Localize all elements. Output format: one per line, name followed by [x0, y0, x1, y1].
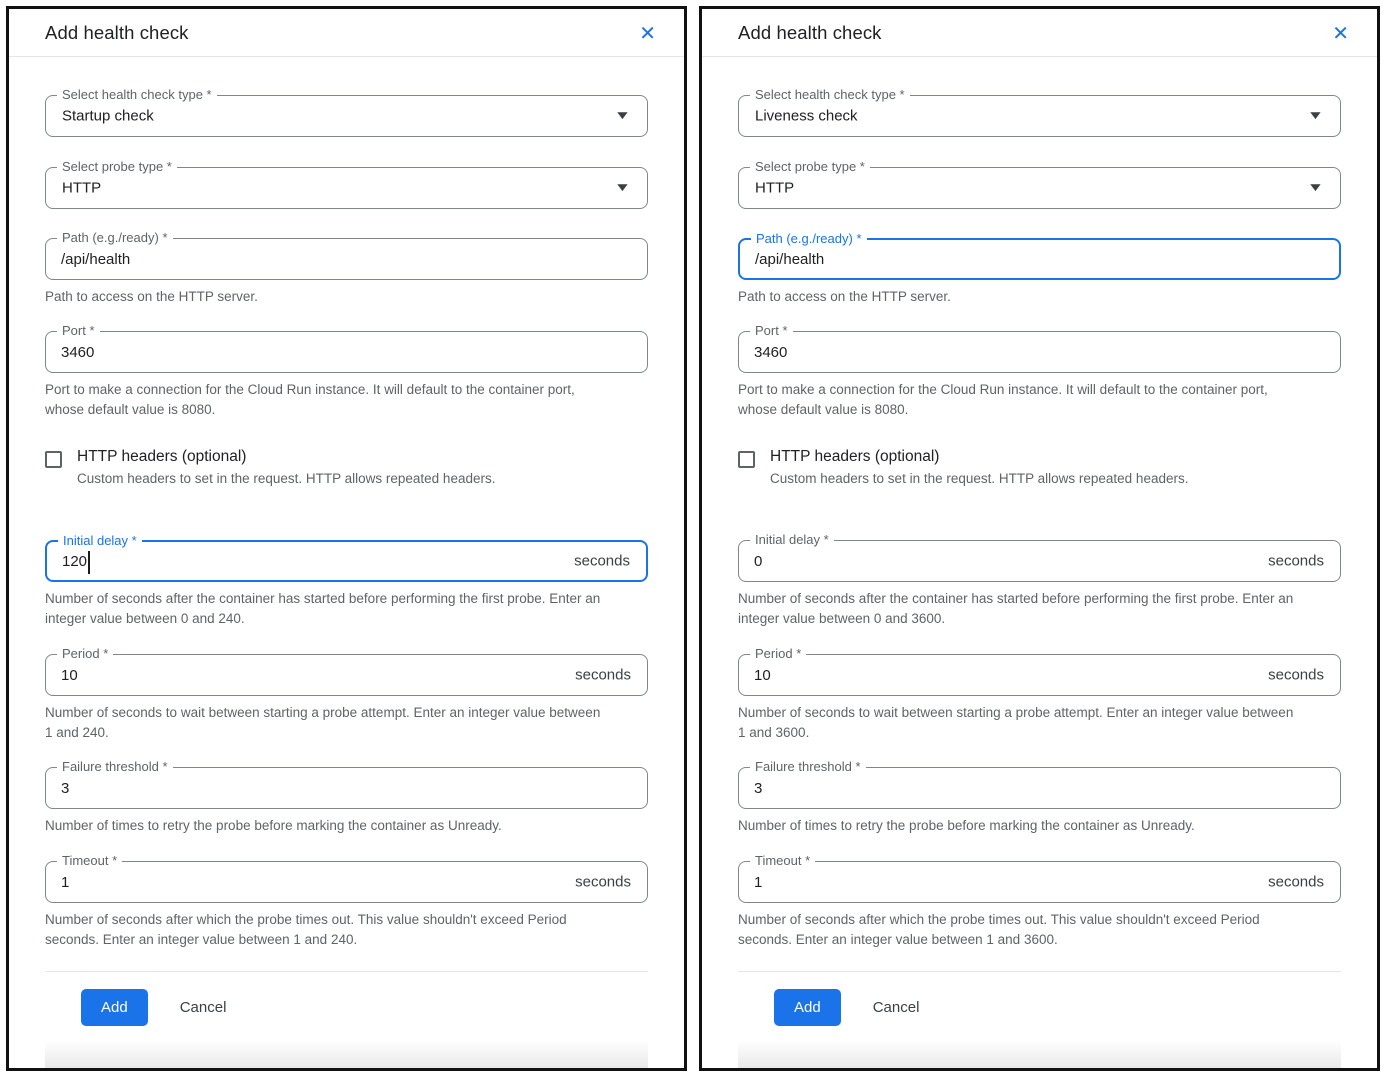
health-check-type-label: Select health check type * — [57, 87, 217, 102]
health-check-type-label: Select health check type * — [750, 87, 910, 102]
port-helper-text: Port to make a connection for the Cloud … — [45, 380, 610, 420]
path-input[interactable] — [740, 240, 1339, 278]
failure-threshold-input[interactable] — [46, 768, 647, 808]
health-check-type-select[interactable]: Select health check type * Startup check… — [45, 95, 648, 137]
failure-threshold-input[interactable] — [739, 768, 1340, 808]
port-helper-text: Port to make a connection for the Cloud … — [738, 380, 1303, 420]
add-health-check-dialog-liveness: Add health check ✕ Select health check t… — [699, 6, 1380, 1071]
port-field: Port * — [45, 331, 648, 373]
timeout-helper-text: Number of seconds after which the probe … — [45, 910, 610, 950]
footer-shadow — [45, 1040, 648, 1068]
period-input[interactable] — [46, 655, 647, 695]
health-check-type-value: Liveness check — [755, 108, 858, 125]
screenshot-stage: Add health check ✕ Select health check t… — [0, 0, 1386, 1077]
probe-type-value: HTTP — [755, 180, 794, 197]
path-field: Path (e.g./ready) * — [738, 238, 1341, 280]
period-input[interactable] — [739, 655, 1340, 695]
seconds-suffix: seconds — [574, 553, 630, 570]
port-input[interactable] — [46, 332, 647, 372]
chevron-down-icon: ▼ — [1310, 183, 1320, 193]
path-input[interactable] — [46, 239, 647, 279]
initial-delay-helper-text: Number of seconds after the container ha… — [738, 589, 1303, 629]
timeout-field: Timeout * seconds — [738, 861, 1341, 903]
seconds-suffix: seconds — [1268, 874, 1324, 891]
chevron-down-icon: ▼ — [617, 111, 627, 121]
timeout-input[interactable] — [739, 862, 1340, 902]
failure-threshold-field: Failure threshold * — [45, 767, 648, 809]
close-icon[interactable]: ✕ — [1328, 21, 1353, 45]
add-health-check-dialog-startup: Add health check ✕ Select health check t… — [6, 6, 687, 1071]
add-button[interactable]: Add — [81, 989, 148, 1026]
probe-type-select[interactable]: Select probe type * HTTP ▼ — [738, 167, 1341, 209]
seconds-suffix: seconds — [575, 667, 631, 684]
probe-type-value: HTTP — [62, 180, 101, 197]
timeout-helper-text: Number of seconds after which the probe … — [738, 910, 1303, 950]
failure-threshold-helper-text: Number of times to retry the probe befor… — [45, 816, 610, 836]
footer-shadow — [738, 1040, 1341, 1068]
initial-delay-field: Initial delay * seconds — [45, 540, 648, 582]
failure-threshold-helper-text: Number of times to retry the probe befor… — [738, 816, 1303, 836]
text-cursor — [88, 551, 90, 574]
timeout-input[interactable] — [46, 862, 647, 902]
http-headers-description: Custom headers to set in the request. HT… — [77, 469, 495, 488]
initial-delay-helper-text: Number of seconds after the container ha… — [45, 589, 610, 629]
health-check-type-value: Startup check — [62, 108, 154, 125]
seconds-suffix: seconds — [1268, 553, 1324, 570]
http-headers-row: HTTP headers (optional) Custom headers t… — [738, 448, 1341, 488]
initial-delay-field: Initial delay * seconds — [738, 540, 1341, 582]
http-headers-label: HTTP headers (optional) — [770, 448, 1188, 466]
probe-type-label: Select probe type * — [57, 159, 177, 174]
dialog-footer: Add Cancel — [738, 971, 1341, 1068]
http-headers-checkbox[interactable] — [738, 451, 755, 468]
failure-threshold-field: Failure threshold * — [738, 767, 1341, 809]
chevron-down-icon: ▼ — [617, 183, 627, 193]
port-input[interactable] — [739, 332, 1340, 372]
seconds-suffix: seconds — [575, 874, 631, 891]
initial-delay-input[interactable] — [47, 542, 646, 580]
period-helper-text: Number of seconds to wait between starti… — [45, 703, 610, 743]
timeout-field: Timeout * seconds — [45, 861, 648, 903]
dialog-body: Select health check type * Startup check… — [9, 57, 684, 1068]
http-headers-row: HTTP headers (optional) Custom headers t… — [45, 448, 648, 488]
dialog-header: Add health check ✕ — [702, 9, 1377, 57]
seconds-suffix: seconds — [1268, 667, 1324, 684]
http-headers-checkbox[interactable] — [45, 451, 62, 468]
health-check-type-select[interactable]: Select health check type * Liveness chec… — [738, 95, 1341, 137]
period-field: Period * seconds — [738, 654, 1341, 696]
dialog-footer: Add Cancel — [45, 971, 648, 1068]
port-field: Port * — [738, 331, 1341, 373]
path-field: Path (e.g./ready) * — [45, 238, 648, 280]
dialog-title: Add health check — [45, 22, 189, 44]
http-headers-description: Custom headers to set in the request. HT… — [770, 469, 1188, 488]
cancel-button[interactable]: Cancel — [180, 999, 227, 1016]
probe-type-label: Select probe type * — [750, 159, 870, 174]
add-button[interactable]: Add — [774, 989, 841, 1026]
close-icon[interactable]: ✕ — [635, 21, 660, 45]
dialog-title: Add health check — [738, 22, 882, 44]
period-helper-text: Number of seconds to wait between starti… — [738, 703, 1303, 743]
initial-delay-input[interactable] — [739, 541, 1340, 581]
cancel-button[interactable]: Cancel — [873, 999, 920, 1016]
dialog-body: Select health check type * Liveness chec… — [702, 57, 1377, 1068]
path-helper-text: Path to access on the HTTP server. — [738, 287, 1303, 307]
probe-type-select[interactable]: Select probe type * HTTP ▼ — [45, 167, 648, 209]
chevron-down-icon: ▼ — [1310, 111, 1320, 121]
dialog-header: Add health check ✕ — [9, 9, 684, 57]
path-helper-text: Path to access on the HTTP server. — [45, 287, 610, 307]
period-field: Period * seconds — [45, 654, 648, 696]
http-headers-label: HTTP headers (optional) — [77, 448, 495, 466]
